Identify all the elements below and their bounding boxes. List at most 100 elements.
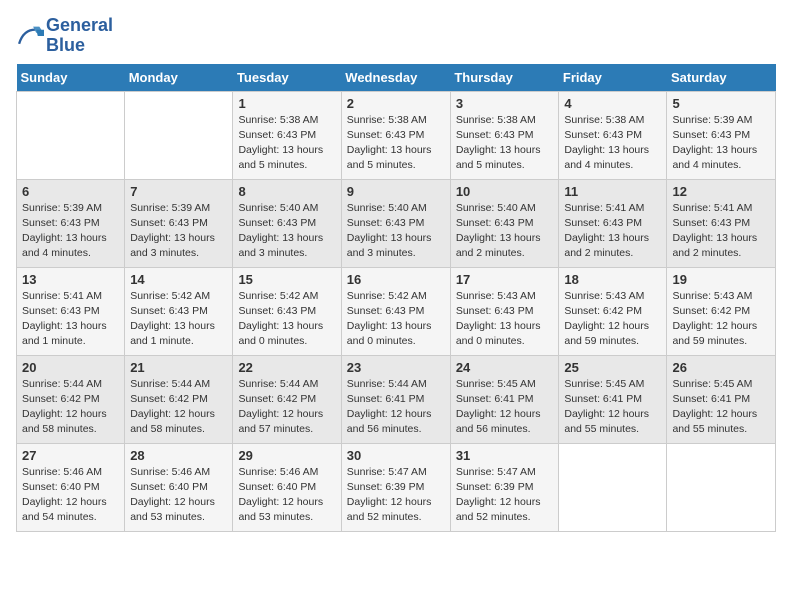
day-info: Sunrise: 5:39 AM Sunset: 6:43 PM Dayligh…	[22, 201, 119, 262]
calendar-week-row: 1Sunrise: 5:38 AM Sunset: 6:43 PM Daylig…	[17, 91, 776, 179]
weekday-header: Sunday	[17, 64, 125, 92]
calendar-cell: 7 Sunrise: 5:39 AM Sunset: 6:43 PM Daylig…	[125, 179, 233, 267]
calendar-cell: 28 Sunrise: 5:46 AM Sunset: 6:40 PM Dayli…	[125, 443, 233, 531]
day-info: Sunrise: 5:44 AM Sunset: 6:41 PM Dayligh…	[347, 377, 445, 438]
day-info: Sunrise: 5:39 AM Sunset: 6:43 PM Dayligh…	[130, 201, 227, 262]
calendar-cell: 2 Sunrise: 5:38 AM Sunset: 6:43 PM Daylig…	[341, 91, 450, 179]
calendar-cell: 23Sunrise: 5:44 AM Sunset: 6:41 PM Dayli…	[341, 355, 450, 443]
calendar-cell: 10Sunrise: 5:40 AM Sunset: 6:43 PM Dayli…	[450, 179, 559, 267]
day-info: Sunrise: 5:46 AM Sunset: 6:40 PM Dayligh…	[130, 465, 227, 526]
calendar-cell: 5Sunrise: 5:39 AM Sunset: 6:43 PM Daylig…	[667, 91, 776, 179]
day-number: 15	[238, 272, 335, 287]
day-info: Sunrise: 5:41 AM Sunset: 6:43 PM Dayligh…	[672, 201, 770, 262]
day-info: Sunrise: 5:42 AM Sunset: 6:43 PM Dayligh…	[130, 289, 227, 350]
day-info: Sunrise: 5:38 AM Sunset: 6:43 PM Dayligh…	[564, 113, 661, 174]
calendar-cell: 31 Sunrise: 5:47 AM Sunset: 6:39 PM Dayli…	[450, 443, 559, 531]
weekday-header: Wednesday	[341, 64, 450, 92]
calendar-table: SundayMondayTuesdayWednesdayThursdayFrid…	[16, 64, 776, 532]
calendar-cell: 20 Sunrise: 5:44 AM Sunset: 6:42 PM Dayli…	[17, 355, 125, 443]
day-info: Sunrise: 5:41 AM Sunset: 6:43 PM Dayligh…	[564, 201, 661, 262]
day-number: 17	[456, 272, 554, 287]
day-number: 13	[22, 272, 119, 287]
day-number: 28	[130, 448, 227, 463]
day-number: 9	[347, 184, 445, 199]
calendar-cell: 14 Sunrise: 5:42 AM Sunset: 6:43 PM Dayli…	[125, 267, 233, 355]
day-number: 25	[564, 360, 661, 375]
day-number: 11	[564, 184, 661, 199]
weekday-header: Tuesday	[233, 64, 341, 92]
day-number: 19	[672, 272, 770, 287]
day-number: 22	[238, 360, 335, 375]
day-info: Sunrise: 5:40 AM Sunset: 6:43 PM Dayligh…	[238, 201, 335, 262]
day-number: 12	[672, 184, 770, 199]
calendar-cell: 29 Sunrise: 5:46 AM Sunset: 6:40 PM Dayli…	[233, 443, 341, 531]
day-number: 27	[22, 448, 119, 463]
calendar-cell: 11 Sunrise: 5:41 AM Sunset: 6:43 PM Dayli…	[559, 179, 667, 267]
weekday-header: Monday	[125, 64, 233, 92]
day-info: Sunrise: 5:43 AM Sunset: 6:43 PM Dayligh…	[456, 289, 554, 350]
calendar-cell: 15 Sunrise: 5:42 AM Sunset: 6:43 PM Dayli…	[233, 267, 341, 355]
day-info: Sunrise: 5:42 AM Sunset: 6:43 PM Dayligh…	[347, 289, 445, 350]
day-number: 26	[672, 360, 770, 375]
calendar-cell: 16 Sunrise: 5:42 AM Sunset: 6:43 PM Dayli…	[341, 267, 450, 355]
calendar-cell: 19 Sunrise: 5:43 AM Sunset: 6:42 PM Dayli…	[667, 267, 776, 355]
calendar-cell: 9Sunrise: 5:40 AM Sunset: 6:43 PM Daylig…	[341, 179, 450, 267]
day-info: Sunrise: 5:45 AM Sunset: 6:41 PM Dayligh…	[672, 377, 770, 438]
calendar-cell: 22 Sunrise: 5:44 AM Sunset: 6:42 PM Dayli…	[233, 355, 341, 443]
day-number: 4	[564, 96, 661, 111]
day-number: 20	[22, 360, 119, 375]
day-number: 30	[347, 448, 445, 463]
day-number: 8	[238, 184, 335, 199]
day-info: Sunrise: 5:45 AM Sunset: 6:41 PM Dayligh…	[564, 377, 661, 438]
calendar-cell: 3 Sunrise: 5:38 AM Sunset: 6:43 PM Daylig…	[450, 91, 559, 179]
day-number: 3	[456, 96, 554, 111]
day-info: Sunrise: 5:46 AM Sunset: 6:40 PM Dayligh…	[22, 465, 119, 526]
day-info: Sunrise: 5:44 AM Sunset: 6:42 PM Dayligh…	[22, 377, 119, 438]
calendar-cell: 21Sunrise: 5:44 AM Sunset: 6:42 PM Dayli…	[125, 355, 233, 443]
calendar-cell: 1Sunrise: 5:38 AM Sunset: 6:43 PM Daylig…	[233, 91, 341, 179]
day-number: 7	[130, 184, 227, 199]
day-info: Sunrise: 5:41 AM Sunset: 6:43 PM Dayligh…	[22, 289, 119, 350]
calendar-cell: 17 Sunrise: 5:43 AM Sunset: 6:43 PM Dayli…	[450, 267, 559, 355]
day-info: Sunrise: 5:42 AM Sunset: 6:43 PM Dayligh…	[238, 289, 335, 350]
page-header: General Blue	[16, 16, 776, 56]
calendar-cell	[17, 91, 125, 179]
calendar-cell: 30 Sunrise: 5:47 AM Sunset: 6:39 PM Dayli…	[341, 443, 450, 531]
day-info: Sunrise: 5:38 AM Sunset: 6:43 PM Dayligh…	[456, 113, 554, 174]
day-number: 21	[130, 360, 227, 375]
day-info: Sunrise: 5:47 AM Sunset: 6:39 PM Dayligh…	[347, 465, 445, 526]
calendar-cell: 18Sunrise: 5:43 AM Sunset: 6:42 PM Dayli…	[559, 267, 667, 355]
calendar-week-row: 6 Sunrise: 5:39 AM Sunset: 6:43 PM Daylig…	[17, 179, 776, 267]
logo-text: General Blue	[46, 16, 113, 56]
calendar-cell	[667, 443, 776, 531]
day-number: 29	[238, 448, 335, 463]
day-number: 5	[672, 96, 770, 111]
calendar-cell: 6 Sunrise: 5:39 AM Sunset: 6:43 PM Daylig…	[17, 179, 125, 267]
day-info: Sunrise: 5:46 AM Sunset: 6:40 PM Dayligh…	[238, 465, 335, 526]
day-number: 16	[347, 272, 445, 287]
day-number: 14	[130, 272, 227, 287]
day-info: Sunrise: 5:38 AM Sunset: 6:43 PM Dayligh…	[347, 113, 445, 174]
weekday-header: Saturday	[667, 64, 776, 92]
calendar-cell: 24Sunrise: 5:45 AM Sunset: 6:41 PM Dayli…	[450, 355, 559, 443]
day-number: 6	[22, 184, 119, 199]
calendar-week-row: 13 Sunrise: 5:41 AM Sunset: 6:43 PM Dayli…	[17, 267, 776, 355]
day-number: 2	[347, 96, 445, 111]
day-number: 31	[456, 448, 554, 463]
weekday-header: Friday	[559, 64, 667, 92]
weekday-header: Thursday	[450, 64, 559, 92]
calendar-cell: 25 Sunrise: 5:45 AM Sunset: 6:41 PM Dayli…	[559, 355, 667, 443]
day-info: Sunrise: 5:43 AM Sunset: 6:42 PM Dayligh…	[672, 289, 770, 350]
day-number: 10	[456, 184, 554, 199]
day-info: Sunrise: 5:45 AM Sunset: 6:41 PM Dayligh…	[456, 377, 554, 438]
day-number: 18	[564, 272, 661, 287]
calendar-cell: 8 Sunrise: 5:40 AM Sunset: 6:43 PM Daylig…	[233, 179, 341, 267]
logo-icon	[16, 22, 44, 50]
calendar-cell: 13 Sunrise: 5:41 AM Sunset: 6:43 PM Dayli…	[17, 267, 125, 355]
calendar-cell: 26 Sunrise: 5:45 AM Sunset: 6:41 PM Dayli…	[667, 355, 776, 443]
day-info: Sunrise: 5:47 AM Sunset: 6:39 PM Dayligh…	[456, 465, 554, 526]
calendar-cell: 12 Sunrise: 5:41 AM Sunset: 6:43 PM Dayli…	[667, 179, 776, 267]
day-info: Sunrise: 5:44 AM Sunset: 6:42 PM Dayligh…	[238, 377, 335, 438]
calendar-week-row: 20 Sunrise: 5:44 AM Sunset: 6:42 PM Dayli…	[17, 355, 776, 443]
calendar-week-row: 27 Sunrise: 5:46 AM Sunset: 6:40 PM Dayli…	[17, 443, 776, 531]
